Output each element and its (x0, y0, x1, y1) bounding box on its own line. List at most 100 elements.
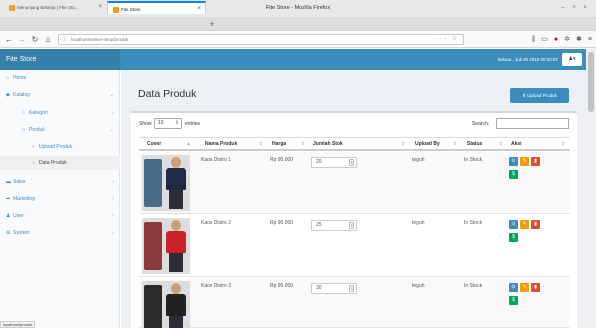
view-eye-icon[interactable]: ⊙ (509, 220, 518, 229)
table-header: Cover ▲ Nama Produk ⇕ Harga ⇕ Jumlah Stok ⇕ … (139, 137, 570, 151)
header-status[interactable]: Status ⇕ (467, 138, 505, 150)
circle-icon: ○ (32, 144, 36, 150)
caret-down-icon: ▾ (572, 56, 576, 62)
circle-icon: ○ (32, 160, 36, 166)
close-icon[interactable]: × (581, 4, 589, 12)
entries-label: entries (185, 121, 201, 127)
home-button-icon[interactable]: ⌂ (43, 34, 53, 45)
sort-icon: ⇕ (300, 141, 305, 147)
url-text: localhost/online-shop/produk (71, 37, 129, 42)
forward-icon[interactable]: → (17, 34, 27, 45)
upload-button-label: Upload Produk (527, 93, 557, 98)
chevron-down-icon: ⌄ (109, 127, 114, 133)
table-row: Kaos Distro 3 Rp 95.000 30 ⇕ teguh In Sto… (139, 278, 570, 328)
price-dollar-icon[interactable]: $ (509, 296, 518, 305)
gears-icon: ⚙ (6, 230, 11, 236)
sidebar-item-home[interactable]: ⌂ Home (0, 71, 120, 85)
chevron-left-icon: ‹ (112, 230, 114, 236)
header-cover[interactable]: Cover ▲ (147, 138, 193, 150)
product-cover-image[interactable] (142, 218, 190, 274)
minimize-icon[interactable]: – (559, 4, 567, 12)
status-text: In Stock (464, 157, 483, 163)
pocket-icon[interactable]: ● (554, 36, 558, 43)
home-icon: ⌂ (6, 75, 10, 81)
stock-input[interactable]: 20 ⇕ (311, 157, 357, 168)
sidebar-toggle-icon[interactable]: ▭ (541, 36, 548, 43)
back-icon[interactable]: ← (4, 34, 14, 45)
window-title: Fite Store - Mozilla Firefox (265, 5, 331, 11)
product-price: Rp 95.000 (270, 220, 294, 226)
delete-trash-icon[interactable]: ▮ (531, 157, 540, 166)
search-input[interactable] (496, 118, 569, 129)
addon-icon[interactable]: ✲ (564, 36, 570, 43)
product-name: Kaos Distro 2 (201, 220, 232, 226)
entries-select[interactable]: 10 ⇕ (154, 118, 182, 129)
sidebar-item-produk[interactable]: ○ Produk ⌄ (0, 123, 120, 137)
cart-icon: ▬ (6, 179, 11, 185)
url-bar[interactable]: ⓘ localhost/online-shop/produk ··· ☆ (58, 34, 464, 45)
upload-by: teguh (412, 157, 425, 163)
sidebar-item-kategori[interactable]: ○ Kategori ‹ (0, 106, 120, 120)
header-upload-by[interactable]: Upload By ⇕ (415, 138, 459, 150)
header-nama-produk[interactable]: Nama Produk ⇕ (205, 138, 265, 150)
product-name: Kaos Distro 1 (201, 157, 232, 163)
sidebar-item-label: Sales (13, 179, 26, 185)
user-menu-button[interactable]: ♟▾ (562, 53, 582, 66)
select-arrow-icon: ⇕ (174, 120, 179, 126)
browser-status-bar: localhost/produk (0, 321, 36, 328)
close-tab-icon[interactable]: × (98, 1, 102, 14)
page-actions-icon[interactable]: ··· ☆ (436, 35, 459, 44)
sidebar-item-system[interactable]: ⚙ System ‹ (0, 226, 120, 240)
tab-fite-store[interactable]: Fite Store × (107, 1, 206, 14)
sort-icon: ⇕ (258, 141, 263, 147)
favicon-icon (113, 6, 119, 13)
stock-input[interactable]: 25 ⇕ (311, 220, 357, 231)
sidebar-item-katalog[interactable]: ◆ Katalog ⌄ (0, 88, 120, 102)
sidebar-item-label: Data Produk (39, 160, 67, 166)
reload-icon[interactable]: ↻ (30, 34, 40, 45)
header-aksi[interactable]: Aksi ⇕ (511, 138, 567, 150)
upload-produk-button[interactable]: ⬆ Upload Produk (510, 88, 569, 103)
edit-pencil-icon[interactable]: ✎ (520, 283, 529, 292)
sidebar-item-label: Produk (29, 127, 45, 133)
header-jumlah-stok[interactable]: Jumlah Stok ⇕ (313, 138, 407, 150)
close-tab-icon[interactable]: × (197, 3, 201, 14)
maximize-icon[interactable]: ˄ (570, 4, 578, 12)
stock-input[interactable]: 30 ⇕ (311, 283, 357, 294)
sidebar-item-data-produk[interactable]: ○ Data Produk (0, 156, 120, 170)
delete-trash-icon[interactable]: ▮ (531, 283, 540, 292)
scrollbar-thumb[interactable] (588, 52, 594, 112)
sort-icon: ⇕ (400, 141, 405, 147)
price-dollar-icon[interactable]: $ (509, 233, 518, 242)
sidebar-item-upload-produk[interactable]: ○ Upload Produk (0, 140, 120, 154)
view-eye-icon[interactable]: ⊙ (509, 157, 518, 166)
sidebar-item-marketing[interactable]: ➦ Marketing ‹ (0, 192, 120, 206)
library-icon[interactable]: ⫼ (532, 36, 535, 43)
tab-label: Menunjang Belanja | Fite Sto... (17, 5, 79, 10)
price-dollar-icon[interactable]: $ (509, 170, 518, 179)
tab-menunjang-belanja[interactable]: Menunjang Belanja | Fite Sto... × (4, 1, 106, 14)
edit-pencil-icon[interactable]: ✎ (520, 157, 529, 166)
page-title: Data Produk (138, 88, 197, 100)
sidebar-item-sales[interactable]: ▬ Sales ‹ (0, 175, 120, 189)
product-cover-image[interactable] (142, 281, 190, 328)
info-icon[interactable]: ⓘ (62, 36, 67, 45)
hamburger-menu-icon[interactable]: ≡ (588, 36, 592, 43)
new-tab-icon[interactable]: + (207, 17, 217, 31)
toolbar-icons: ⫼ ▭ ● ✲ ✱ ≡ (526, 34, 592, 45)
sort-icon: ▲ (186, 141, 191, 147)
share-icon: ➦ (6, 196, 11, 202)
delete-trash-icon[interactable]: ▮ (531, 220, 540, 229)
sidebar-item-user[interactable]: ♟ User ‹ (0, 209, 120, 223)
view-eye-icon[interactable]: ⊙ (509, 283, 518, 292)
product-cover-image[interactable] (142, 155, 190, 211)
table-row: Kaos Distro 2 Rp 95.000 25 ⇕ teguh In Sto… (139, 215, 570, 277)
extension-icon[interactable]: ✱ (576, 36, 582, 43)
spinner-icon: ⇕ (349, 222, 354, 229)
user-icon: ♟ (6, 213, 11, 219)
search-label: Search: (472, 121, 490, 127)
brand-logo[interactable]: Fite Store (0, 49, 120, 70)
edit-pencil-icon[interactable]: ✎ (520, 220, 529, 229)
tab-strip (0, 17, 596, 31)
header-harga[interactable]: Harga ⇕ (272, 138, 307, 150)
